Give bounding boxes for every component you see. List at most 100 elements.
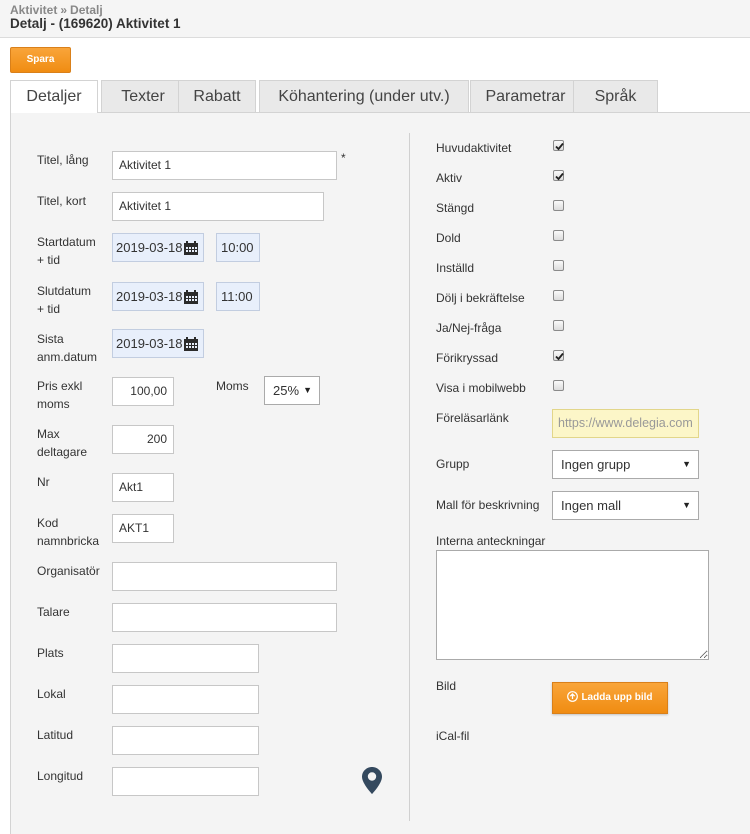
dold-checkbox[interactable] xyxy=(553,230,564,241)
huvudaktivitet-checkbox[interactable] xyxy=(553,140,564,151)
grupp-select-value: Ingen grupp xyxy=(561,457,631,472)
tab-rabatt[interactable]: Rabatt xyxy=(178,80,256,112)
ja-nej-fraga-label: Ja/Nej-fråga xyxy=(436,321,502,335)
max-deltagare-input[interactable]: 200 xyxy=(112,425,174,454)
breadcrumb: Aktivitet» Detalj xyxy=(10,3,103,17)
kod-label-line1: Kod xyxy=(37,516,59,530)
titel-lang-label: Titel, lång xyxy=(37,153,89,167)
breadcrumb-separator: » xyxy=(60,3,68,17)
grupp-label: Grupp xyxy=(436,457,470,471)
interna-anteckningar-textarea[interactable] xyxy=(436,550,709,660)
slutdatum-date-input[interactable]: 2019-03-18 xyxy=(112,282,204,311)
caret-down-icon: ▼ xyxy=(682,500,691,510)
tab-parametrar[interactable]: Parametrar xyxy=(470,80,581,112)
mall-select-value: Ingen mall xyxy=(561,498,621,513)
grupp-select[interactable]: Ingen grupp ▼ xyxy=(552,450,699,479)
max-deltagare-label: Max deltagare xyxy=(37,425,87,461)
kod-label: Kod namnbricka xyxy=(37,514,99,550)
slutdatum-date-value: 2019-03-18 xyxy=(116,289,183,304)
kod-input[interactable]: AKT1 xyxy=(112,514,174,543)
ja-nej-fraga-checkbox[interactable] xyxy=(553,320,564,331)
stangd-label: Stängd xyxy=(436,201,475,215)
caret-down-icon: ▼ xyxy=(682,459,691,469)
longitud-input[interactable] xyxy=(112,767,259,796)
forelasarlank-input[interactable]: https://www.delegia.com xyxy=(552,409,699,438)
latitud-input[interactable] xyxy=(112,726,259,755)
startdatum-time-input[interactable]: 10:00 xyxy=(216,233,260,262)
plats-label: Plats xyxy=(37,646,64,660)
talare-input[interactable] xyxy=(112,603,337,632)
titel-kort-label: Titel, kort xyxy=(37,194,86,208)
mall-select[interactable]: Ingen mall ▼ xyxy=(552,491,699,520)
plats-input[interactable] xyxy=(112,644,259,673)
upload-image-button[interactable]: Ladda upp bild xyxy=(552,682,668,714)
required-marker: * xyxy=(341,151,346,165)
latitud-label: Latitud xyxy=(37,728,74,742)
forikryssad-label: Förikryssad xyxy=(436,351,499,365)
slutdatum-label-line2: + tid xyxy=(37,302,61,316)
stangd-checkbox[interactable] xyxy=(553,200,564,211)
aktiv-checkbox[interactable] xyxy=(553,170,564,181)
startdatum-label: Startdatum + tid xyxy=(37,233,96,269)
startdatum-date-input[interactable]: 2019-03-18 xyxy=(112,233,204,262)
calendar-icon[interactable] xyxy=(183,290,199,305)
bild-label: Bild xyxy=(436,679,457,693)
sista-anm-label-line1: Sista xyxy=(37,332,64,346)
tab-kohantering[interactable]: Köhantering (under utv.) xyxy=(259,80,469,112)
ical-label: iCal-fil xyxy=(436,729,470,743)
dolj-i-bekraftelse-label: Dölj i bekräftelse xyxy=(436,291,525,305)
pris-label-line2: moms xyxy=(37,397,70,411)
dolj-i-bekraftelse-checkbox[interactable] xyxy=(553,290,564,301)
tab-detaljer[interactable]: Detaljer xyxy=(10,80,98,113)
caret-down-icon: ▼ xyxy=(303,385,312,395)
calendar-icon[interactable] xyxy=(183,337,199,352)
checkmark-icon xyxy=(555,142,564,151)
checkmark-icon xyxy=(555,352,564,361)
slutdatum-time-input[interactable]: 11:00 xyxy=(216,282,260,311)
organisator-label: Organisatör xyxy=(37,564,100,578)
dold-label: Dold xyxy=(436,231,461,245)
pris-label-line1: Pris exkl xyxy=(37,379,83,393)
forikryssad-checkbox[interactable] xyxy=(553,350,564,361)
slutdatum-label: Slutdatum + tid xyxy=(37,282,91,318)
lokal-input[interactable] xyxy=(112,685,259,714)
startdatum-date-value: 2019-03-18 xyxy=(116,240,183,255)
moms-select[interactable]: 25% ▼ xyxy=(264,376,320,405)
installd-checkbox[interactable] xyxy=(553,260,564,271)
pris-label: Pris exkl moms xyxy=(37,377,82,413)
breadcrumb-current: Detalj xyxy=(70,3,103,17)
upload-circle-icon xyxy=(567,690,579,702)
longitud-label: Longitud xyxy=(37,769,84,783)
titel-kort-input[interactable]: Aktivitet 1 xyxy=(112,192,324,221)
kod-label-line2: namnbricka xyxy=(37,534,100,548)
startdatum-label-line2: + tid xyxy=(37,253,61,267)
startdatum-label-line1: Startdatum xyxy=(37,235,96,249)
nr-label: Nr xyxy=(37,475,50,489)
organisator-input[interactable] xyxy=(112,562,337,591)
visa-i-mobilwebb-checkbox[interactable] xyxy=(553,380,564,391)
tab-texter[interactable]: Texter xyxy=(101,80,185,112)
sista-anm-label-line2: anm.datum xyxy=(37,350,98,364)
calendar-icon[interactable] xyxy=(183,241,199,256)
nr-input[interactable]: Akt1 xyxy=(112,473,174,502)
max-deltagare-label-line2: deltagare xyxy=(37,445,88,459)
page-header: Aktivitet» Detalj Detalj - (169620) Aktiv… xyxy=(0,0,750,38)
huvudaktivitet-label: Huvudaktivitet xyxy=(436,141,512,155)
max-deltagare-label-line1: Max xyxy=(37,427,60,441)
interna-anteckningar-label: Interna anteckningar xyxy=(436,534,546,548)
tab-sprak[interactable]: Språk xyxy=(573,80,658,112)
upload-image-button-label: Ladda upp bild xyxy=(581,692,653,703)
save-button[interactable]: Spara xyxy=(10,47,71,73)
breadcrumb-link-aktivitet[interactable]: Aktivitet xyxy=(10,3,57,17)
installd-label: Inställd xyxy=(436,261,475,275)
lokal-label: Lokal xyxy=(37,687,66,701)
aktiv-label: Aktiv xyxy=(436,171,463,185)
forelasarlank-label: Föreläsarlänk xyxy=(436,411,509,425)
map-pin-icon[interactable] xyxy=(362,767,382,794)
titel-lang-input[interactable]: Aktivitet 1 xyxy=(112,151,337,180)
visa-i-mobilwebb-label: Visa i mobilwebb xyxy=(436,381,526,395)
sista-anm-date-value: 2019-03-18 xyxy=(116,336,183,351)
mall-label: Mall för beskrivning xyxy=(436,498,540,512)
pris-input[interactable]: 100,00 xyxy=(112,377,174,406)
sista-anm-date-input[interactable]: 2019-03-18 xyxy=(112,329,204,358)
